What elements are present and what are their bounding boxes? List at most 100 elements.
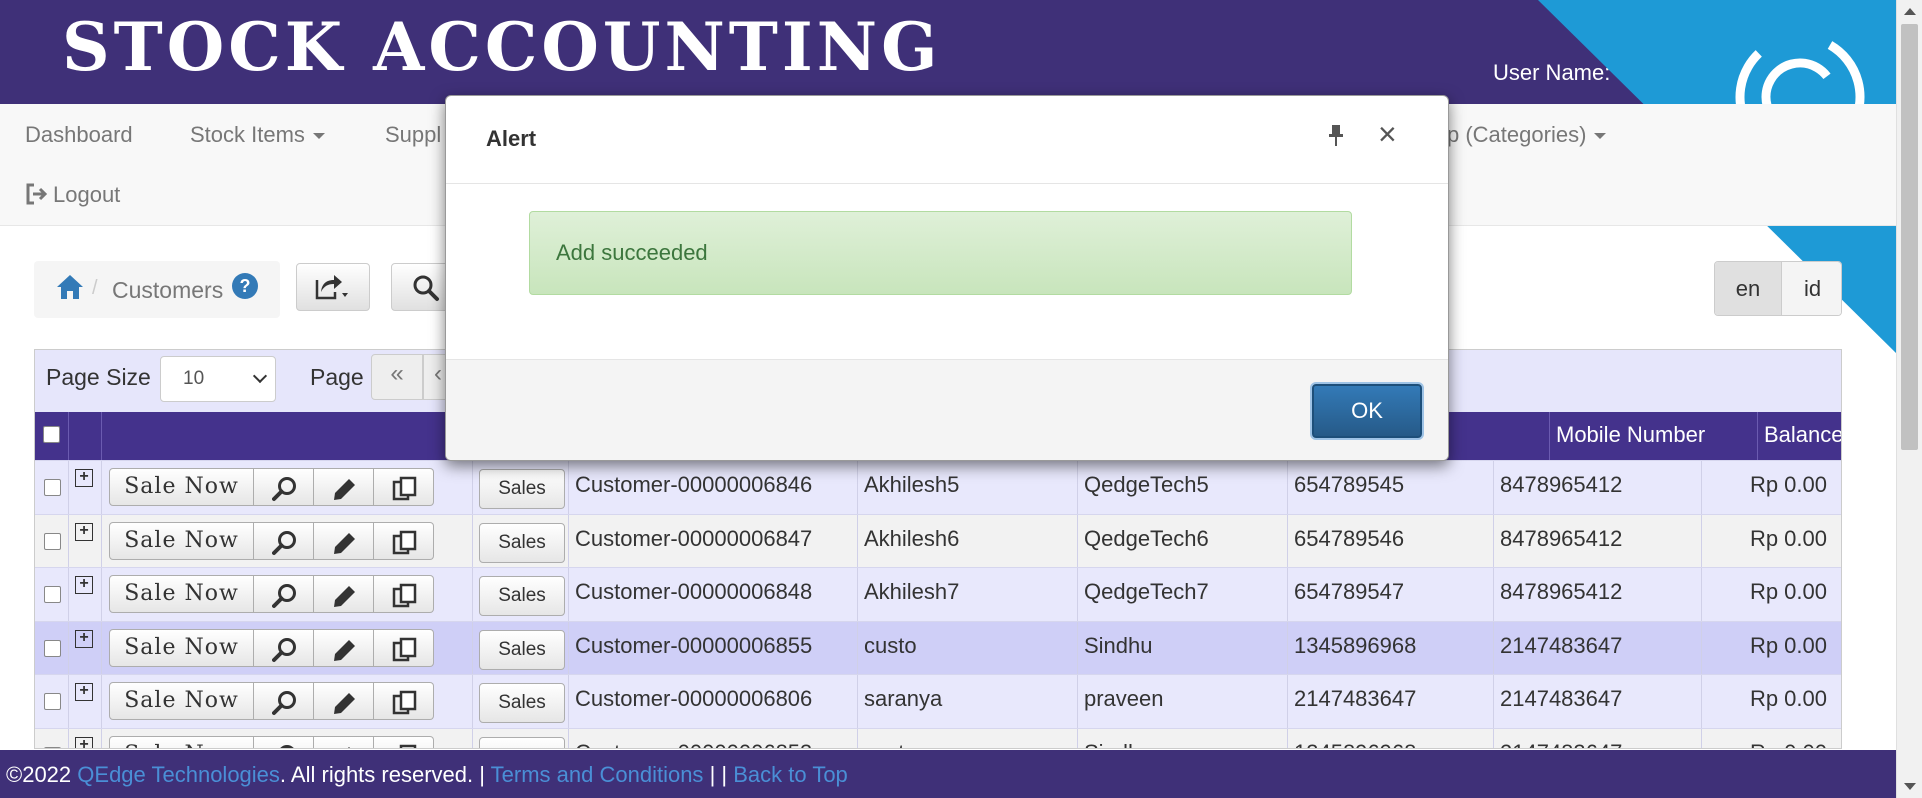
row-action-group: Sale Now [109,521,439,560]
row-checkbox[interactable] [44,693,61,710]
nav-suppliers[interactable]: Suppl [385,122,441,148]
nav-dashboard[interactable]: Dashboard [25,122,133,148]
search-icon [272,637,296,662]
expand-plus-icon[interactable]: + [75,683,93,701]
expand-plus-icon[interactable]: + [75,736,93,748]
cell-balance: Rp 0.00 [1749,686,1827,711]
row-checkbox[interactable] [44,479,61,496]
select-all-checkbox[interactable] [43,426,60,443]
cell-code: Customer-00000006853 [569,728,858,748]
sale-now-button[interactable]: Sale Now [109,735,254,748]
row-sales-cell: Sales [473,514,569,568]
sales-button[interactable]: Sales [479,683,565,723]
pin-icon[interactable] [1327,124,1345,148]
search-button[interactable] [391,263,451,311]
scroll-down-icon[interactable] [1904,783,1916,790]
sales-button[interactable]: Sales [479,736,565,748]
close-icon[interactable]: × [1378,118,1397,150]
copy-button[interactable] [374,521,434,560]
nav-logout[interactable]: Logout [25,182,120,208]
edit-button[interactable] [314,521,374,560]
row-checkbox[interactable] [44,532,61,550]
page-scrollbar[interactable] [1896,0,1922,798]
row-action-group: Sale Now [109,575,439,613]
page-label: Page [310,364,364,390]
expand-plus-icon[interactable]: + [75,576,93,594]
select-all-cell [35,412,69,460]
row-select-cell [35,568,69,621]
copy-button[interactable] [374,468,434,506]
copy-button[interactable] [374,628,434,667]
view-button[interactable] [254,468,314,506]
row-expand-cell: + [69,728,102,748]
footer-back-to-top-link[interactable]: Back to Top [733,762,848,787]
nav-stock-items[interactable]: Stock Items [190,122,325,148]
cell-mobile: 2147483647 [1494,675,1702,728]
breadcrumb: / Customers ? [34,261,280,318]
row-select-cell [35,514,69,568]
footer: ©2022 QEdge Technologies. All rights res… [0,750,1896,798]
cell-phone: 654789545 [1288,461,1494,514]
scroll-up-icon[interactable] [1904,8,1916,15]
row-checkbox[interactable] [44,639,61,657]
row-select-cell [35,461,69,514]
copy-button[interactable] [374,682,434,720]
sales-button[interactable]: Sales [479,469,565,509]
edit-button[interactable] [314,468,374,506]
sale-now-button[interactable]: Sale Now [109,521,254,560]
row-actions-cell: Sale Now [102,568,473,621]
cell-mobile: 8478965412 [1494,568,1702,621]
row-actions-cell: Sale Now [102,514,473,568]
cell-code: Customer-00000006855 [569,621,858,675]
expand-plus-icon[interactable]: + [75,469,93,487]
scroll-thumb[interactable] [1901,24,1918,450]
cell-name: Akhilesh7 [858,568,1078,621]
edit-button[interactable] [314,682,374,720]
export-button[interactable] [296,263,370,311]
sale-now-button[interactable]: Sale Now [109,468,254,506]
ok-button[interactable]: OK [1312,384,1422,438]
pencil-icon [334,532,355,554]
expand-plus-icon[interactable]: + [75,522,93,541]
row-checkbox[interactable] [44,746,61,748]
sale-now-button[interactable]: Sale Now [109,628,254,667]
view-button[interactable] [254,735,314,748]
cell-balance: Rp 0.00 [1702,729,1841,749]
copy-button[interactable] [374,575,434,613]
row-expand-cell: + [69,675,102,728]
footer-terms-link[interactable]: Terms and Conditions [491,762,704,787]
table-row: + Sale Now Sales Customer-00000006806 sa… [35,674,1841,728]
footer-company-link[interactable]: QEdge Technologies [77,762,280,787]
view-button[interactable] [254,521,314,560]
cell-balance: Rp 0.00 [1749,632,1827,658]
edit-button[interactable] [314,628,374,667]
sale-now-button[interactable]: Sale Now [109,682,254,720]
sales-button[interactable]: Sales [479,629,565,670]
row-checkbox[interactable] [44,586,61,603]
nav-group-categories[interactable]: p (Categories) [1447,122,1607,148]
home-icon[interactable] [56,273,84,301]
row-actions-cell: Sale Now [102,621,473,675]
col-balance[interactable]: Balance [1758,412,1841,460]
lang-id-button[interactable]: id [1781,262,1841,315]
row-expand-cell: + [69,621,102,675]
expand-plus-icon[interactable]: + [75,629,93,648]
view-button[interactable] [254,628,314,667]
col-mobile-number[interactable]: Mobile Number [1550,412,1758,460]
footer-separator: | | [709,762,728,787]
sales-button[interactable]: Sales [479,522,565,563]
view-button[interactable] [254,682,314,720]
page-size-select[interactable]: 10 [160,356,276,402]
copy-button[interactable] [374,735,434,748]
help-icon[interactable]: ? [232,273,258,299]
lang-en-button[interactable]: en [1715,262,1781,315]
edit-button[interactable] [314,575,374,613]
edit-button[interactable] [314,735,374,748]
pencil-icon [334,693,355,714]
sales-button[interactable]: Sales [479,576,565,616]
cell-name: Akhilesh5 [858,461,1078,514]
view-button[interactable] [254,575,314,613]
sale-now-button[interactable]: Sale Now [109,575,254,613]
first-page-button[interactable]: « [371,354,423,400]
cell-company: QedgeTech5 [1078,461,1288,514]
